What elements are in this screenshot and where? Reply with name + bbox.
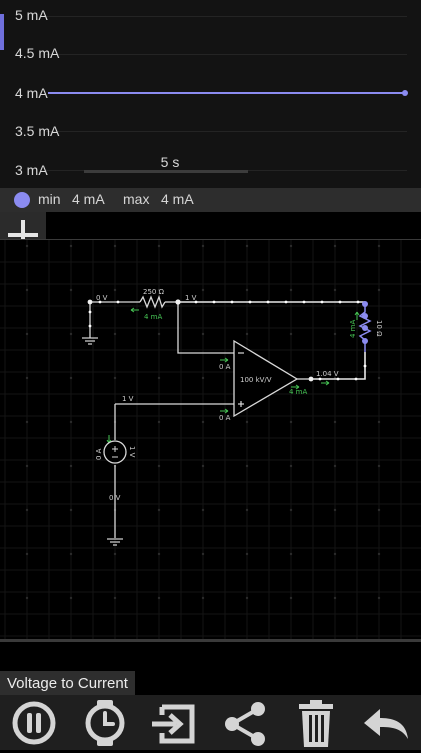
source-node-voltage-label: 1 V: [122, 395, 134, 403]
gridline: [46, 16, 407, 17]
circuit-title: Voltage to Current: [0, 671, 135, 695]
export-button[interactable]: [148, 697, 200, 749]
gridline: [46, 54, 407, 55]
y-axis-label: 4.5 mA: [15, 45, 60, 61]
current-graph[interactable]: 5 mA 4.5 mA 4 mA 3.5 mA 3 mA 5 s: [0, 0, 421, 188]
output-voltage-label: 1.04 V: [316, 370, 339, 378]
share-icon: [225, 702, 265, 746]
trace-end-marker: [402, 90, 408, 96]
graph-selection-indicator: [0, 14, 4, 50]
y-axis-label: 4 mA: [15, 85, 48, 101]
max-value: 4 mA: [161, 191, 194, 207]
output-current-label: 4 mA: [289, 388, 307, 396]
bottom-toolbar: [0, 695, 421, 750]
node-voltage-label: 1 V: [185, 294, 197, 302]
pause-button[interactable]: [8, 697, 60, 749]
resistor-current-label: 4 mA: [144, 313, 162, 321]
timescale-label: 5 s: [160, 154, 180, 170]
delete-button[interactable]: [290, 697, 342, 749]
trash-icon: [299, 700, 333, 747]
min-label: min: [38, 191, 61, 207]
node-voltage-label: 0 V: [96, 294, 108, 302]
undo-button[interactable]: [360, 697, 412, 749]
minus-input-current-label: 0 A: [219, 363, 231, 371]
gridline: [46, 131, 407, 132]
plus-input-current-label: 0 A: [219, 414, 231, 422]
timescale-bar: [84, 170, 248, 173]
y-axis-label: 3.5 mA: [15, 123, 60, 139]
node-voltage-label: 0 V: [109, 494, 121, 502]
share-button[interactable]: [219, 697, 271, 749]
source-current-label: 0 A: [95, 448, 103, 460]
pause-icon: [12, 701, 56, 745]
load-current-label: 4 mA: [349, 320, 357, 338]
graph-stats-row: min 4 mA max 4 mA: [0, 188, 421, 212]
trace-color-swatch[interactable]: [14, 192, 30, 208]
opamp-gain-label: 100 kV/V: [240, 376, 272, 384]
current-trace: [48, 92, 404, 94]
circuit-canvas[interactable]: 0 V 250 Ω 4 mA 1 V 100 kV/V 0 A 0 A 1.04…: [0, 240, 421, 642]
export-icon: [152, 704, 195, 744]
voltage-source[interactable]: [103, 440, 127, 464]
undo-icon: [364, 709, 408, 739]
y-axis-label: 5 mA: [15, 7, 48, 23]
min-value: 4 mA: [72, 191, 105, 207]
resistor-value-label: 250 Ω: [143, 288, 165, 296]
clock-icon: [85, 700, 125, 746]
circuit-bottom-border: [0, 639, 421, 642]
load-resistor-label: 10 Ω: [375, 320, 383, 337]
max-label: max: [123, 191, 150, 207]
y-axis-label: 3 mA: [15, 162, 48, 178]
timing-button[interactable]: [79, 697, 131, 749]
source-voltage-label: 1 V: [128, 446, 136, 458]
